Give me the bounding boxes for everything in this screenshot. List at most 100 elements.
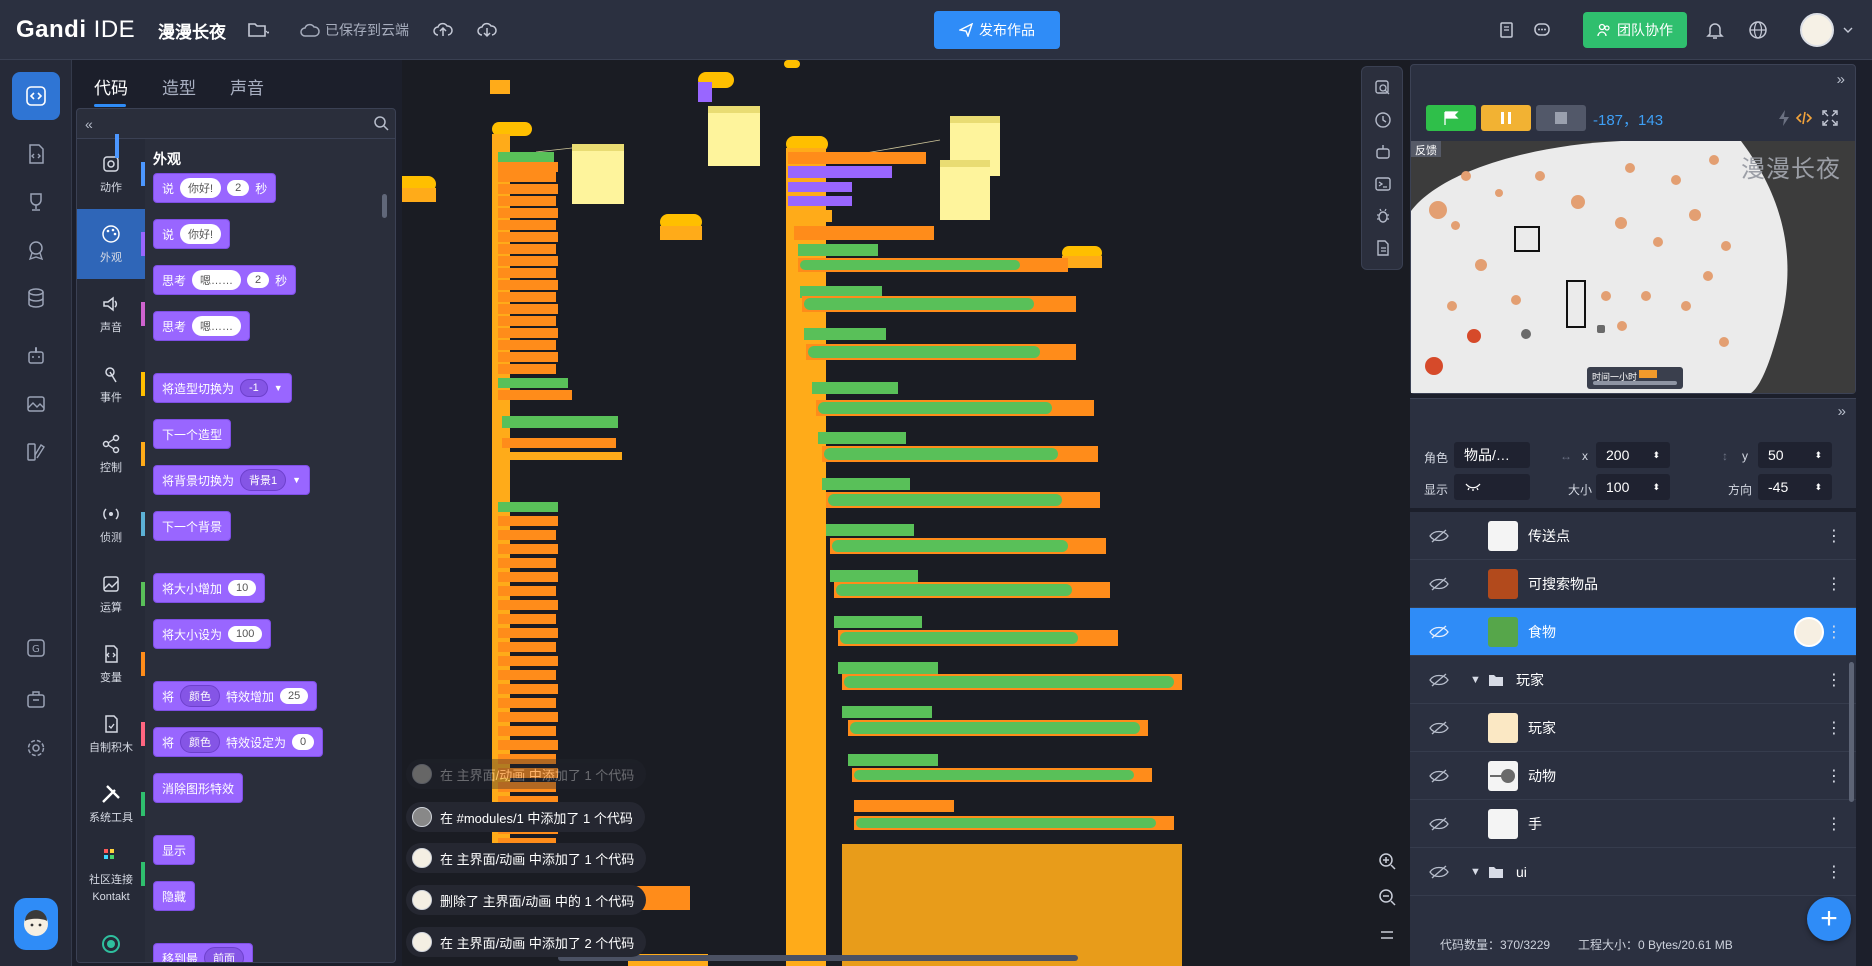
green-flag-button[interactable] (1426, 105, 1476, 131)
more-icon[interactable]: ⋮ (1826, 622, 1842, 642)
chat-icon[interactable] (1530, 18, 1554, 42)
folder-row-player[interactable]: ▼ 玩家 ⋮ (1410, 656, 1856, 704)
block-clear-effects[interactable]: 消除图形特效 (153, 773, 244, 803)
category-motion[interactable]: 动作 (77, 139, 145, 209)
eye-icon[interactable] (1426, 670, 1452, 690)
category-variables[interactable]: 变量 (77, 629, 145, 699)
app-logo[interactable]: Gandi IDE (16, 16, 135, 44)
terminal-icon[interactable] (1372, 173, 1394, 195)
sprite-row-food[interactable]: 食物 ⋮ (1410, 608, 1856, 656)
y-input[interactable]: 50 ⬍ (1758, 442, 1832, 468)
block-think-for-secs[interactable]: 思考 嗯…… 2 秒 (153, 265, 297, 295)
robot-icon[interactable] (1372, 141, 1394, 163)
project-title[interactable]: 漫漫长夜 (158, 18, 226, 43)
globe-icon[interactable] (1746, 18, 1770, 42)
more-icon[interactable]: ⋮ (1826, 862, 1842, 882)
category-extension[interactable] (77, 909, 145, 962)
sprite-row-player[interactable]: 玩家 ⋮ (1410, 704, 1856, 752)
more-icon[interactable]: ⋮ (1826, 574, 1842, 594)
tab-sounds[interactable]: 声音 (230, 74, 264, 99)
more-icon[interactable]: ⋮ (1826, 814, 1842, 834)
bug-icon[interactable] (1372, 205, 1394, 227)
toolbox-rail-button[interactable] (12, 676, 60, 724)
more-icon[interactable]: ⋮ (1826, 526, 1842, 546)
eye-icon[interactable] (1426, 718, 1452, 738)
sprite-list-scrollbar[interactable] (1849, 662, 1854, 802)
x-input[interactable]: 200 ⬍ (1596, 442, 1670, 468)
block-say-for-secs[interactable]: 说你好! 2 秒 (153, 173, 277, 203)
script-column-1[interactable] (492, 122, 708, 966)
download-icon[interactable] (475, 18, 499, 42)
robot-rail-button[interactable] (12, 332, 60, 380)
block-next-backdrop[interactable]: 下一个背景 (153, 511, 232, 541)
search-code-icon[interactable] (1372, 77, 1394, 99)
block-switch-backdrop[interactable]: 将背景切换为 背景1 ▼ (153, 465, 311, 495)
category-sound[interactable]: 声音 (77, 279, 145, 349)
folder-expand-icon[interactable]: ▼ (1470, 674, 1481, 686)
visibility-toggle[interactable] (1454, 474, 1530, 500)
eye-icon[interactable] (1426, 862, 1452, 882)
stage-canvas[interactable]: 反馈 漫漫长夜 时间一小时 (1411, 141, 1855, 393)
zoom-reset-icon[interactable] (1372, 920, 1402, 950)
block-next-costume[interactable]: 下一个造型 (153, 419, 232, 449)
user-avatar[interactable] (1800, 13, 1834, 47)
block-goto-layer[interactable]: 移到最 前面 (153, 943, 254, 962)
category-looks[interactable]: 外观 (77, 209, 145, 279)
block-show[interactable]: 显示 (153, 835, 196, 865)
block-set-size[interactable]: 将大小设为 100 (153, 619, 272, 649)
code-view-icon[interactable] (1795, 109, 1813, 132)
block-change-size[interactable]: 将大小增加 10 (153, 573, 266, 603)
palette-scrollbar[interactable] (382, 194, 387, 218)
block-change-effect[interactable]: 将颜色 特效增加 25 (153, 681, 318, 711)
collapse-props-icon[interactable]: » (1838, 403, 1846, 420)
badge-rail-button[interactable] (12, 226, 60, 274)
eye-icon[interactable] (1426, 766, 1452, 786)
direction-input[interactable]: -45 ⬍ (1758, 474, 1832, 500)
more-icon[interactable]: ⋮ (1826, 670, 1842, 690)
gandi-rail-button[interactable]: G (12, 624, 60, 672)
eye-icon[interactable] (1426, 526, 1452, 546)
script-group-top[interactable] (490, 72, 734, 102)
bell-icon[interactable] (1703, 18, 1727, 42)
tab-code[interactable]: 代码 (94, 74, 128, 99)
fullscreen-icon[interactable] (1821, 109, 1839, 132)
more-icon[interactable]: ⋮ (1826, 718, 1842, 738)
import-rail-button[interactable] (12, 130, 60, 178)
more-icon[interactable]: ⋮ (1826, 766, 1842, 786)
zoom-out-icon[interactable] (1372, 882, 1402, 912)
sprite-row-teleport[interactable]: 传送点 ⋮ (1410, 512, 1856, 560)
eye-icon[interactable] (1426, 574, 1452, 594)
trophy-rail-button[interactable] (12, 178, 60, 226)
collapse-palette-icon[interactable]: « (85, 116, 93, 132)
eye-icon[interactable] (1426, 814, 1452, 834)
comment-notes[interactable] (535, 106, 1000, 220)
sprite-row-searchable[interactable]: 可搜索物品 ⋮ (1410, 560, 1856, 608)
database-rail-button[interactable] (12, 274, 60, 322)
image-rail-button[interactable] (12, 380, 60, 428)
category-community[interactable]: 社区连接 Kontakt (77, 839, 145, 909)
block-think[interactable]: 思考 嗯…… (153, 311, 251, 341)
add-sprite-button[interactable]: + (1807, 897, 1851, 941)
block-set-effect[interactable]: 将颜色 特效设定为 0 (153, 727, 324, 757)
category-system-tools[interactable]: 系统工具 (77, 769, 145, 839)
script-column-2[interactable] (786, 136, 1182, 966)
team-collab-button[interactable]: 团队协作 (1583, 12, 1687, 48)
document-icon[interactable] (1372, 237, 1394, 259)
size-input[interactable]: 100 ⬍ (1596, 474, 1670, 500)
history-icon[interactable] (1372, 109, 1394, 131)
sprite-row-hand[interactable]: 手 ⋮ (1410, 800, 1856, 848)
block-say[interactable]: 说你好! (153, 219, 231, 249)
category-operators[interactable]: 运算 (77, 559, 145, 629)
paint-rail-button[interactable] (12, 428, 60, 476)
sprite-row-animal[interactable]: 动物 ⋮ (1410, 752, 1856, 800)
folder-expand-icon[interactable]: ▼ (1470, 866, 1481, 878)
folder-row-ui[interactable]: ▼ ui ⋮ (1410, 848, 1856, 896)
block-switch-costume[interactable]: 将造型切换为 -1 ▼ (153, 373, 292, 403)
tab-costumes[interactable]: 造型 (162, 74, 196, 99)
search-icon[interactable] (373, 115, 389, 136)
pause-button[interactable] (1481, 105, 1531, 131)
upload-icon[interactable] (431, 18, 455, 42)
turbo-icon[interactable] (1776, 109, 1792, 132)
folder-icon[interactable] (246, 18, 270, 42)
stop-button[interactable] (1536, 105, 1586, 131)
